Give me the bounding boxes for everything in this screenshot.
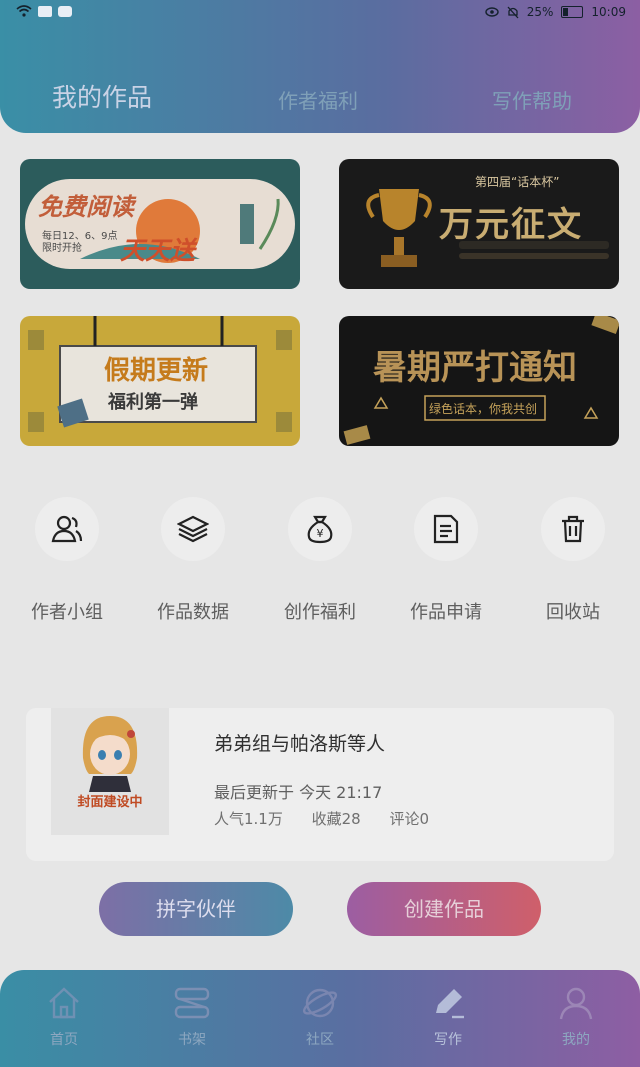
quick-work-data[interactable]: 作品数据 — [138, 497, 248, 624]
quick-author-group[interactable]: 作者小组 — [12, 497, 122, 624]
nav-community[interactable]: 社区 — [256, 985, 384, 1049]
home-icon — [49, 987, 79, 1019]
quick-actions: 作者小组 作品数据 ¥ 创作福利 作品申请 回收站 — [0, 497, 640, 637]
banner-essay-contest-kicker: 第四届“话本杯” — [475, 175, 560, 189]
mute-bell-icon — [507, 6, 519, 18]
app-notification-icon — [58, 5, 72, 17]
svg-text:¥: ¥ — [317, 527, 324, 540]
tab-author-benefits[interactable]: 作者福利 — [278, 85, 358, 114]
cover-avatar-illustration — [82, 716, 138, 792]
banner-summer-notice-subtitle: 绿色话本，你我共创 — [429, 402, 538, 416]
banner-essay-contest[interactable]: 第四届“话本杯” 万元征文 — [339, 159, 619, 289]
quick-recycle-bin[interactable]: 回收站 — [518, 497, 628, 624]
tab-my-works[interactable]: 我的作品 — [52, 78, 152, 114]
work-card[interactable]: 封面建设中 弟弟组与帕洛斯等人 最后更新于 今天 21:17 人气1.1万 收藏… — [26, 708, 614, 861]
document-icon — [433, 514, 459, 544]
tab-writing-help[interactable]: 写作帮助 — [492, 85, 572, 114]
nav-bookshelf[interactable]: 书架 — [128, 985, 256, 1049]
nav-home-label: 首页 — [50, 1032, 78, 1048]
banner-essay-contest-title: 万元征文 — [439, 205, 583, 245]
battery-icon — [561, 6, 584, 18]
nav-me-label: 我的 — [562, 1032, 590, 1048]
planet-icon — [302, 988, 338, 1018]
money-bag-icon: ¥ — [307, 515, 333, 544]
nav-community-label: 社区 — [306, 1032, 334, 1048]
work-favorites: 收藏28 — [311, 810, 361, 828]
banner-summer-notice[interactable]: 暑期严打通知 绿色话本，你我共创 — [339, 316, 619, 446]
status-right: 25% 10:09 — [485, 5, 626, 19]
quick-recycle-bin-label: 回收站 — [546, 602, 600, 623]
quick-creation-benefits-label: 创作福利 — [284, 602, 356, 623]
group-icon — [51, 515, 83, 543]
quick-creation-benefits-circle: ¥ — [288, 497, 352, 561]
status-bar: 25% 10:09 — [0, 0, 640, 28]
banner-free-reading-note-2: 限时开抢 — [42, 243, 82, 254]
user-icon — [559, 987, 593, 1020]
pen-icon — [436, 989, 464, 1019]
layers-icon — [177, 515, 209, 543]
quick-work-application-label: 作品申请 — [410, 602, 482, 623]
quick-work-data-circle — [161, 497, 225, 561]
banner-summer-notice-title: 暑期严打通知 — [373, 348, 577, 388]
bookshelf-icon — [174, 987, 210, 1019]
banner-holiday-update-title: 假期更新 — [104, 356, 209, 386]
nav-write[interactable]: 写作 — [384, 985, 512, 1049]
banner-free-reading[interactable]: 免费阅读 天天送 每日12、6、9点 限时开抢 — [20, 159, 300, 289]
clock: 10:09 — [591, 5, 626, 19]
work-cover: 封面建设中 — [51, 708, 169, 835]
work-stats: 人气1.1万 收藏28 评论0 — [214, 808, 453, 829]
header: 25% 10:09 我的作品 作者福利 写作帮助 — [0, 0, 640, 133]
notification-icon — [38, 5, 52, 17]
nav-home[interactable]: 首页 — [0, 985, 128, 1049]
banner-free-reading-subtitle: 天天送 — [120, 236, 196, 265]
nav-bookshelf-label: 书架 — [178, 1032, 206, 1048]
work-popularity: 人气1.1万 — [214, 810, 283, 828]
quick-author-group-label: 作者小组 — [31, 602, 103, 623]
quick-recycle-bin-circle — [541, 497, 605, 561]
quick-work-application[interactable]: 作品申请 — [391, 497, 501, 624]
create-work-button[interactable]: 创建作品 — [347, 882, 541, 936]
wifi-icon — [16, 5, 32, 17]
partner-button[interactable]: 拼字伙伴 — [99, 882, 293, 936]
trash-icon — [562, 515, 584, 543]
quick-work-application-circle — [414, 497, 478, 561]
battery-percent: 25% — [526, 5, 554, 19]
status-left — [16, 5, 72, 17]
nav-me[interactable]: 我的 — [512, 985, 640, 1049]
banner-free-reading-art — [25, 179, 295, 269]
quick-creation-benefits[interactable]: ¥ 创作福利 — [265, 497, 375, 624]
bottom-nav: 首页 书架 社区 写作 我的 — [0, 970, 640, 1067]
banner-holiday-update[interactable]: 假期更新 福利第一弹 — [20, 316, 300, 446]
work-comments: 评论0 — [389, 810, 430, 828]
quick-author-group-circle — [35, 497, 99, 561]
work-title: 弟弟组与帕洛斯等人 — [214, 733, 386, 755]
nav-write-label: 写作 — [434, 1032, 462, 1048]
banner-holiday-update-subtitle: 福利第一弹 — [108, 392, 198, 413]
banner-free-reading-title: 免费阅读 — [38, 193, 134, 221]
cover-label: 封面建设中 — [77, 795, 143, 810]
work-last-update: 最后更新于 今天 21:17 — [214, 783, 383, 802]
quick-work-data-label: 作品数据 — [157, 602, 229, 623]
eye-icon — [485, 7, 499, 17]
header-tabs: 我的作品 作者福利 写作帮助 — [0, 72, 640, 122]
